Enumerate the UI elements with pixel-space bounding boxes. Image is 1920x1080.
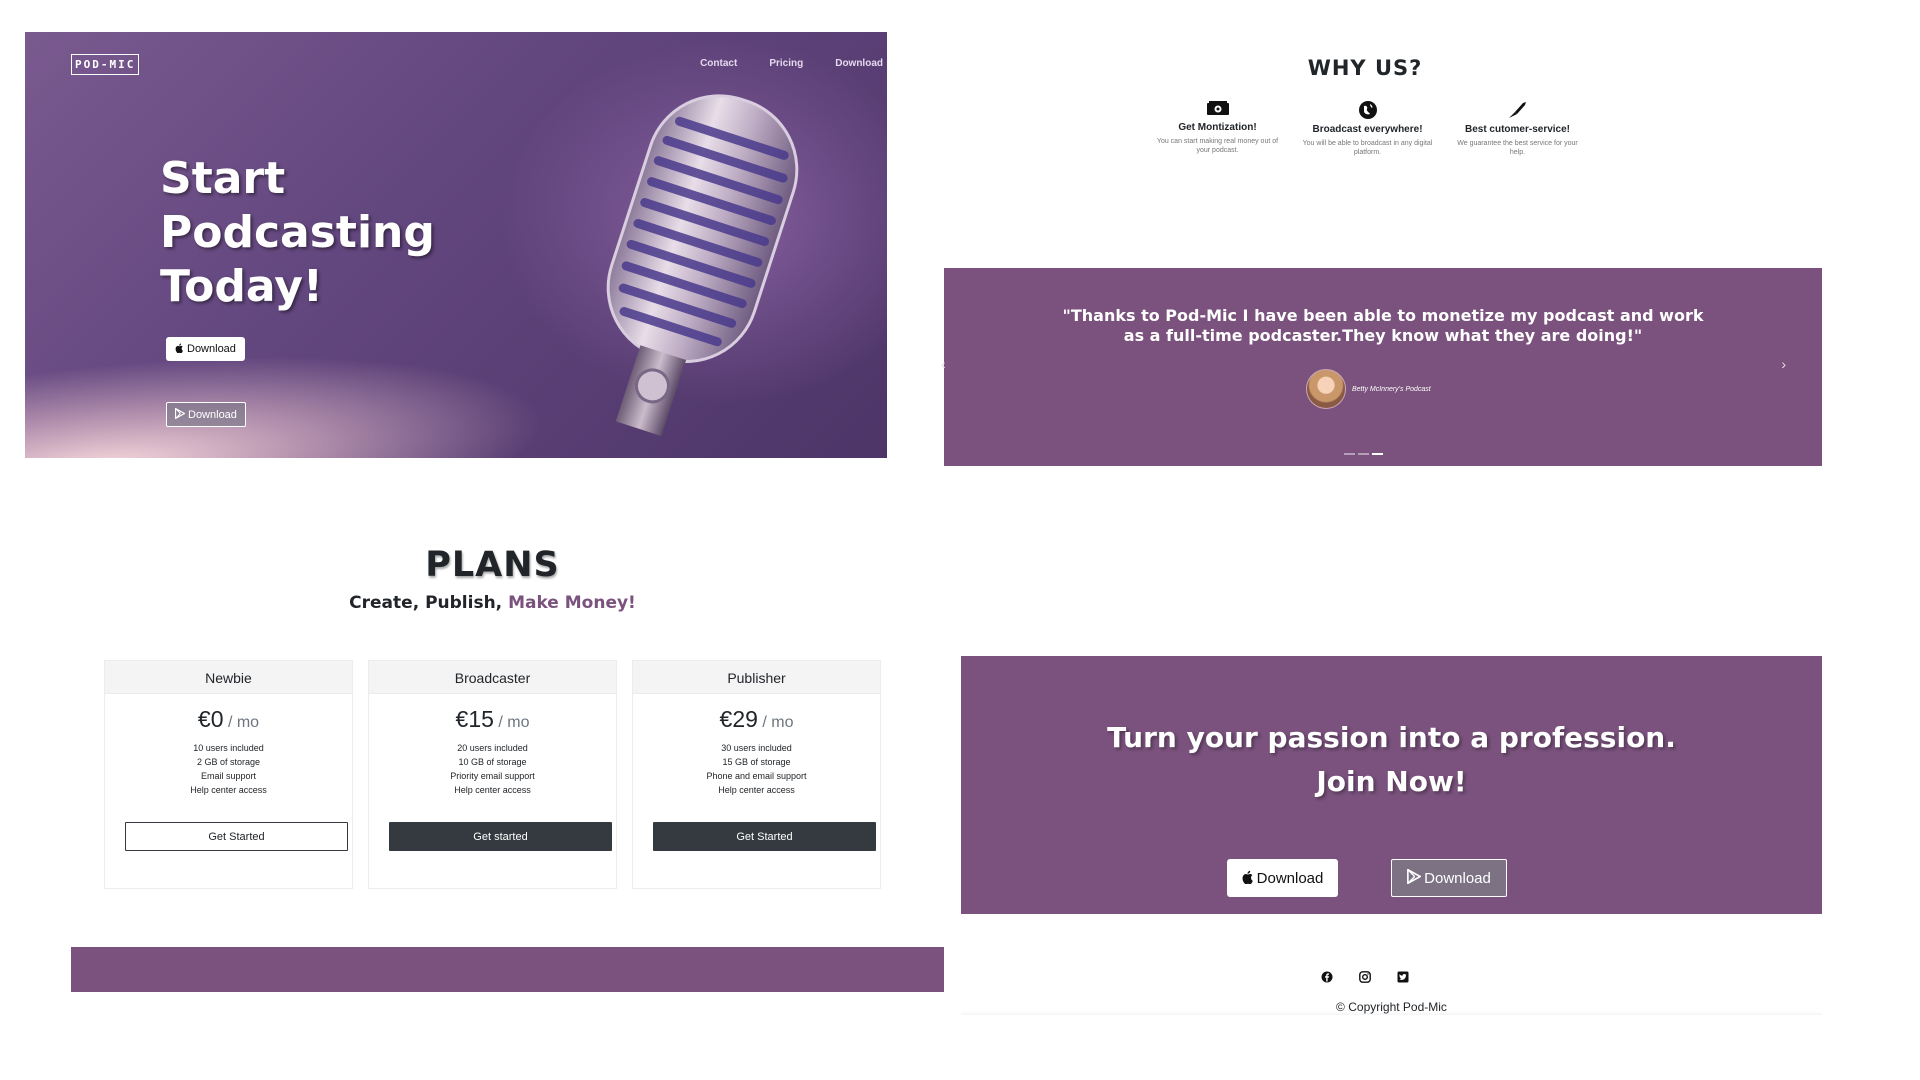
testimonial-carousel: ‹ "Thanks to Pod-Mic I have been able to… <box>941 268 1822 466</box>
feature-title: Broadcast everywhere! <box>1312 124 1423 135</box>
apple-download-label: Download <box>187 343 236 355</box>
nav-pricing[interactable]: Pricing <box>769 58 803 69</box>
carousel-indicators <box>1344 453 1383 455</box>
plan-card-broadcaster: Broadcaster €15 / mo 20 users included 1… <box>368 660 617 889</box>
google-play-icon <box>175 408 185 419</box>
author-name: Betty McInnery's Podcast <box>1352 385 1431 393</box>
apple-icon <box>175 343 183 353</box>
plan-price-period: / mo <box>493 714 530 731</box>
facebook-icon[interactable] <box>1321 971 1333 983</box>
plan-name: Newbie <box>105 661 352 694</box>
plans-subtitle-plain: Create, Publish, <box>349 593 509 613</box>
top-nav: Contact Pricing Download <box>700 58 883 69</box>
logo[interactable]: POD-MIC <box>71 54 140 75</box>
hero-light-glow <box>25 319 553 458</box>
feature-title: Get Montization! <box>1178 122 1257 133</box>
microphone-image <box>606 94 799 437</box>
cta-section: Turn your passion into a profession. Join… <box>961 656 1822 914</box>
feature-text: You will be able to broadcast in any dig… <box>1302 140 1433 156</box>
plan-feature: Email support <box>200 771 257 781</box>
plan-price: €0 / mo <box>105 706 352 733</box>
plan-feature: Help center access <box>454 785 531 795</box>
plan-card-newbie: Newbie €0 / mo 10 users included 2 GB of… <box>104 660 353 889</box>
carousel-next-icon[interactable]: › <box>1781 356 1786 372</box>
avatar <box>1306 369 1346 409</box>
plan-name: Publisher <box>633 661 880 694</box>
plan-price-period: / mo <box>757 714 794 731</box>
feature-text: You can start making real money out of y… <box>1156 138 1279 154</box>
hero-section: POD-MIC Contact Pricing Download Start P… <box>25 32 887 458</box>
carousel-indicator[interactable] <box>1344 453 1355 455</box>
plan-features: 20 users included 10 GB of storage Prior… <box>369 741 616 797</box>
globe-icon <box>1358 101 1377 119</box>
plan-feature: 10 users included <box>193 743 264 753</box>
carousel-prev-icon[interactable]: ‹ <box>941 356 946 372</box>
cta-line-2: Join Now! <box>1316 765 1467 798</box>
nav-contact[interactable]: Contact <box>700 58 737 69</box>
plan-feature: 2 GB of storage <box>196 757 261 767</box>
plan-name: Broadcaster <box>369 661 616 694</box>
get-started-button[interactable]: Get Started <box>653 822 876 851</box>
plan-feature: 20 users included <box>457 743 528 753</box>
cta-play-download-label: Download <box>1424 870 1491 887</box>
plan-feature: Help center access <box>190 785 267 795</box>
plan-features: 30 users included 15 GB of storage Phone… <box>633 741 880 797</box>
money-icon <box>1206 101 1229 115</box>
get-started-button[interactable]: Get Started <box>125 822 348 851</box>
testimonial-quote: "Thanks to Pod-Mic I have been able to m… <box>1062 306 1704 345</box>
hero-title: Start Podcasting Today! <box>160 153 435 312</box>
copyright: © Copyright Pod-Mic <box>1336 1000 1447 1014</box>
plan-price-amount: €15 <box>455 706 494 732</box>
cta-apple-download-label: Download <box>1256 869 1324 887</box>
play-download-button[interactable]: Download <box>166 402 246 427</box>
get-started-button[interactable]: Get started <box>389 822 612 851</box>
play-download-label: Download <box>188 409 237 421</box>
feature-title: Best cutomer-service! <box>1464 124 1571 135</box>
feature-broadcast: Broadcast everywhere! You will be able t… <box>1300 100 1435 157</box>
purple-banner-strip <box>71 947 944 992</box>
plans-subtitle: Create, Publish, Make Money! <box>290 593 695 613</box>
plan-feature: 10 GB of storage <box>458 757 527 767</box>
why-us-title: WHY US? <box>1307 56 1423 80</box>
carousel-indicator[interactable] <box>1358 453 1369 455</box>
plan-card-publisher: Publisher €29 / mo 30 users included 15 … <box>632 660 881 889</box>
plan-features: 10 users included 2 GB of storage Email … <box>105 741 352 797</box>
social-links <box>1321 971 1409 983</box>
cta-line-1: Turn your passion into a profession. <box>1107 721 1676 754</box>
plans-subtitle-accent: Make Money! <box>508 593 636 613</box>
apple-icon <box>1242 870 1253 884</box>
footer: © Copyright Pod-Mic <box>961 955 1822 1015</box>
feature-text: We guarantee the best service for your h… <box>1457 140 1578 156</box>
twitter-icon[interactable] <box>1397 971 1409 983</box>
feature-monetization: Get Montization! You can start making re… <box>1150 100 1285 155</box>
plan-feature: Help center access <box>718 785 795 795</box>
carousel-indicator-active[interactable] <box>1372 453 1383 455</box>
instagram-icon[interactable] <box>1359 971 1371 983</box>
plan-price: €29 / mo <box>633 706 880 733</box>
plan-feature: Priority email support <box>450 771 535 781</box>
plan-price: €15 / mo <box>369 706 616 733</box>
cta-apple-download-button[interactable]: Download <box>1227 859 1338 897</box>
plan-feature: Phone and email support <box>706 771 807 781</box>
nav-download[interactable]: Download <box>835 58 883 69</box>
thumbs-up-icon <box>1508 102 1526 118</box>
cta-heading: Turn your passion into a profession. Join… <box>1021 716 1762 804</box>
plan-feature: 15 GB of storage <box>722 757 791 767</box>
plan-price-amount: €0 <box>197 706 224 732</box>
testimonial-author: Betty McInnery's Podcast <box>1306 369 1431 409</box>
google-play-icon <box>1407 869 1422 884</box>
plans-title: PLANS <box>425 545 560 585</box>
feature-service: Best cutomer-service! We guarantee the b… <box>1450 100 1585 157</box>
plan-price-period: / mo <box>223 714 260 731</box>
cta-play-download-button[interactable]: Download <box>1391 859 1507 897</box>
apple-download-button[interactable]: Download <box>166 337 245 361</box>
plan-feature: 30 users included <box>721 743 792 753</box>
plan-price-amount: €29 <box>719 706 758 732</box>
